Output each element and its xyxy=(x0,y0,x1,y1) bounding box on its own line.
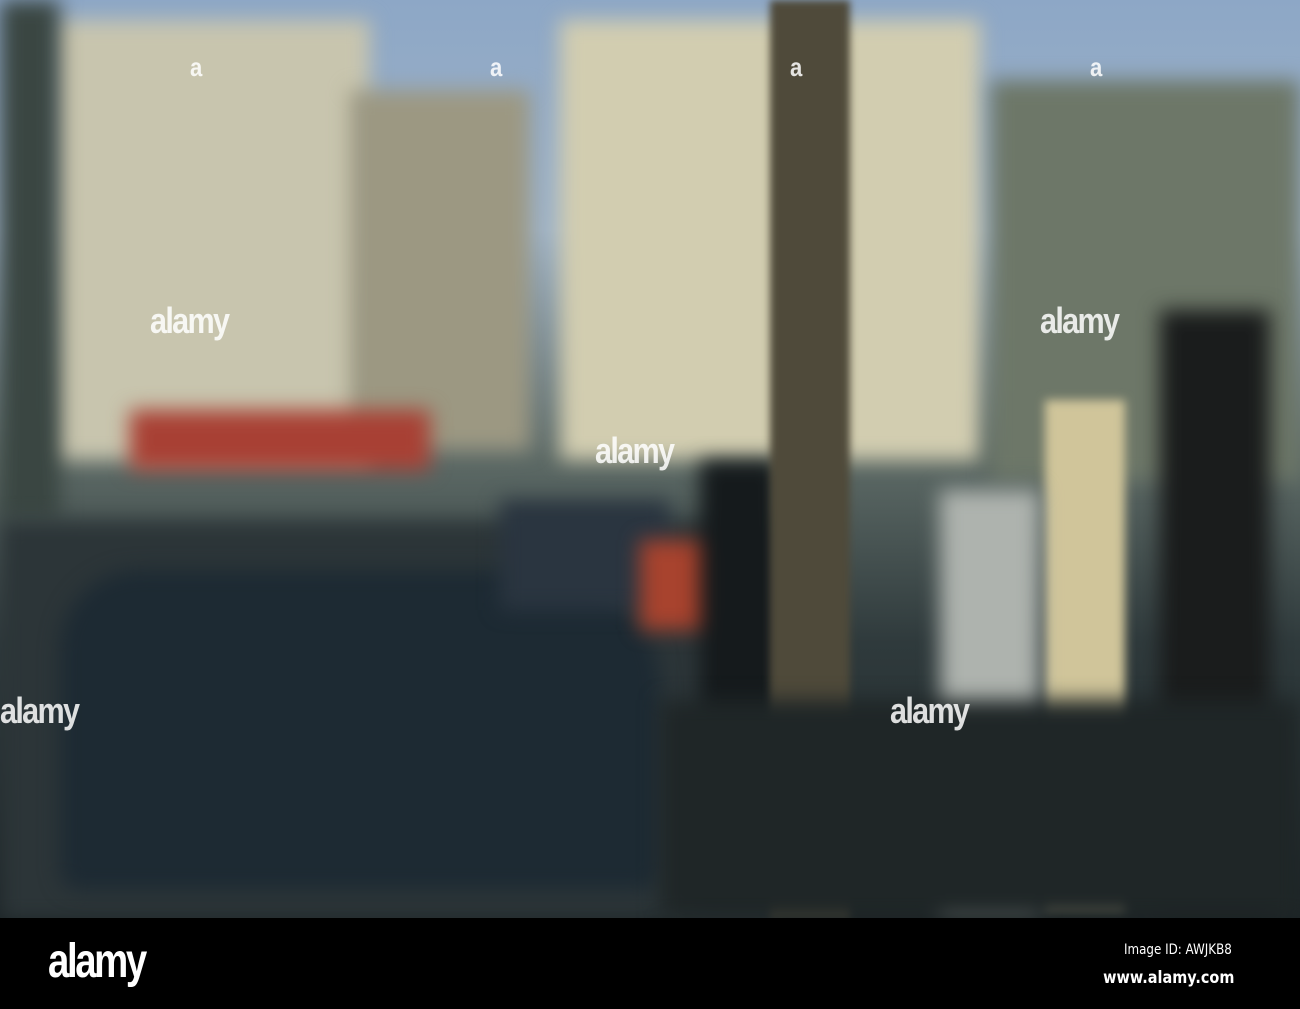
site-url: www.alamy.com xyxy=(1102,968,1234,988)
sidewalk xyxy=(660,700,1300,918)
car-front xyxy=(60,570,660,890)
watermark: alamy xyxy=(0,690,80,731)
watermark: a xyxy=(190,52,202,82)
watermark: a xyxy=(790,52,802,82)
watermark: alamy xyxy=(890,690,970,731)
alamy-logo: alamy xyxy=(48,935,147,988)
watermark: alamy xyxy=(1040,300,1120,341)
footer-bar: alamy Image ID: AWJKB8 www.alamy.com xyxy=(0,918,1300,1009)
watermark: a xyxy=(490,52,502,82)
shop-awnings xyxy=(130,410,430,470)
watermark: a xyxy=(1090,52,1102,82)
mid-building xyxy=(350,90,530,450)
image-id: Image ID: AWJKB8 xyxy=(1124,942,1232,958)
street-photo: a a a a alamy alamy alamy alamy alamy xyxy=(0,0,1300,918)
watermark: alamy xyxy=(595,430,675,471)
watermark: alamy xyxy=(150,300,230,341)
left-building xyxy=(50,20,370,460)
left-building-dark xyxy=(0,0,60,520)
